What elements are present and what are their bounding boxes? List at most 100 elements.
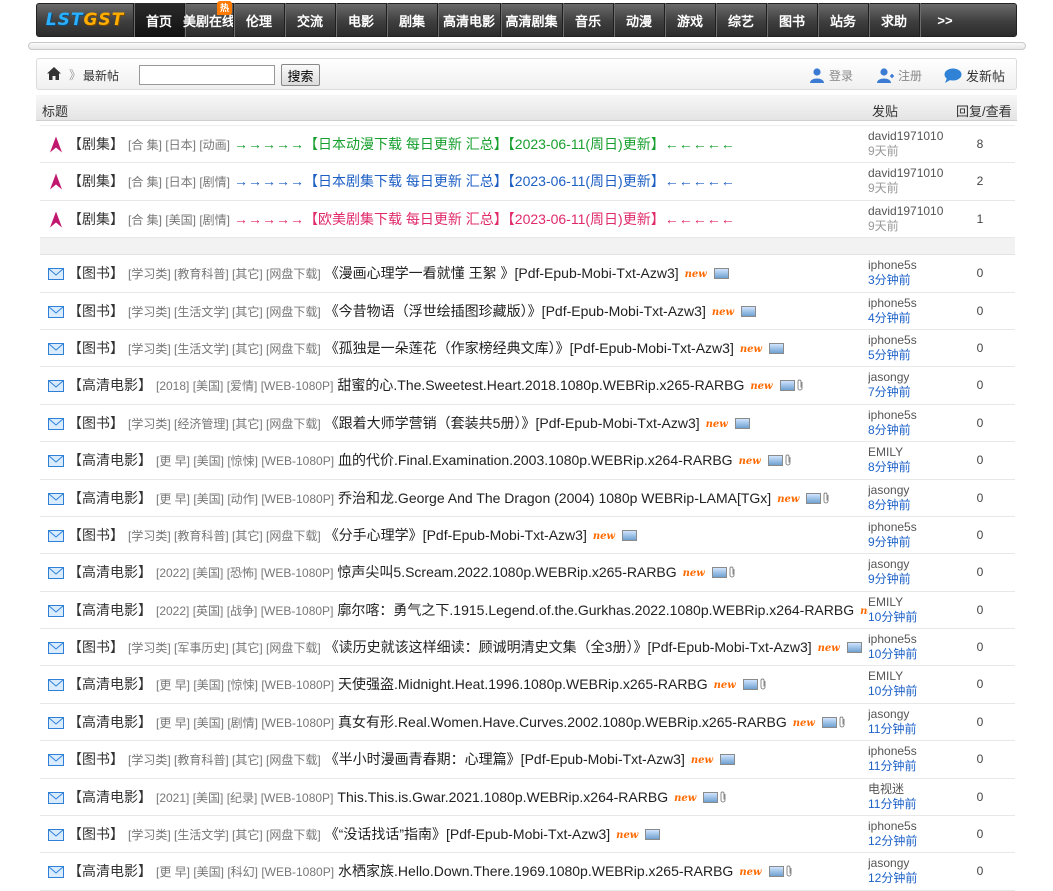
thread-category[interactable]: 【图书】 [68, 303, 124, 319]
nav-item[interactable]: 站务 [817, 3, 868, 37]
thread-title-link[interactable]: 惊声尖叫5.Scream.2022.1080p.WEBRip.x265-RARB… [337, 564, 676, 580]
author-name[interactable]: jasongy [868, 707, 950, 722]
thread-title-link[interactable]: 天使强盗.Midnight.Heat.1996.1080p.WEBRip.x26… [338, 676, 708, 692]
thread-title-link[interactable]: 《跟着大师学营销（套装共5册）》[Pdf-Epub-Mobi-Txt-Azw3] [325, 415, 700, 431]
thread-category[interactable]: 【图书】 [68, 751, 124, 767]
thread-category[interactable]: 【高清电影】 [68, 676, 152, 692]
thread-title-link[interactable]: 《今昔物语（浮世绘插图珍藏版）》[Pdf-Epub-Mobi-Txt-Azw3] [325, 303, 706, 319]
author-name[interactable]: iphone5s [868, 296, 950, 311]
nav-item[interactable]: 求助 [868, 3, 919, 37]
author-name[interactable]: iphone5s [868, 632, 950, 647]
nav-item[interactable]: 首页 [133, 3, 184, 37]
thread-category[interactable]: 【剧集】 [68, 136, 124, 152]
post-time[interactable]: 10分钟前 [868, 647, 950, 662]
author-name[interactable]: iphone5s [868, 744, 950, 759]
nav-item[interactable]: 美剧在线热 [183, 1, 235, 37]
search-button[interactable]: 搜索 [281, 64, 320, 86]
thread-title-link[interactable]: 甜蜜的心.The.Sweetest.Heart.2018.1080p.WEBRi… [337, 377, 744, 393]
nav-item[interactable]: 音乐 [562, 3, 613, 37]
thread-title-link[interactable]: This.This.is.Gwar.2021.1080p.WEBRip.x264… [337, 789, 668, 805]
register-link[interactable]: 注册 [877, 65, 922, 85]
post-time[interactable]: 7分钟前 [868, 385, 950, 400]
breadcrumb[interactable]: 最新帖 [83, 67, 119, 84]
thread-category[interactable]: 【高清电影】 [68, 490, 152, 506]
thread-title-link[interactable]: 水栖家族.Hello.Down.There.1969.1080p.WEBRip.… [338, 863, 733, 879]
post-time[interactable]: 5分钟前 [868, 348, 950, 363]
nav-item[interactable]: 高清剧集 [500, 3, 562, 37]
author-name[interactable]: iphone5s [868, 333, 950, 348]
thread-title-link[interactable]: →→→→→【欧美剧集下载 每日更新 汇总】【2023-06-11(周日)更新】←… [234, 211, 735, 227]
post-time[interactable]: 10分钟前 [868, 610, 950, 625]
post-time[interactable]: 8分钟前 [868, 498, 950, 513]
thread-title-link[interactable]: →→→→→【日本剧集下载 每日更新 汇总】【2023-06-11(周日)更新】←… [234, 173, 735, 189]
author-name[interactable]: EMILY [868, 669, 950, 684]
post-time[interactable]: 11分钟前 [868, 797, 950, 812]
thread-category[interactable]: 【剧集】 [68, 211, 124, 227]
thread-title-link[interactable]: 乔治和龙.George And The Dragon (2004) 1080p … [338, 490, 771, 506]
thread-category[interactable]: 【高清电影】 [68, 714, 152, 730]
post-time[interactable]: 11分钟前 [868, 759, 950, 774]
thread-category[interactable]: 【高清电影】 [68, 452, 152, 468]
post-time[interactable]: 12分钟前 [868, 834, 950, 849]
author-name[interactable]: jasongy [868, 557, 950, 572]
author-name[interactable]: jasongy [868, 483, 950, 498]
author-name[interactable]: jasongy [868, 856, 950, 871]
author-name[interactable]: 电视迷 [868, 782, 950, 797]
nav-item[interactable]: 交流 [284, 3, 335, 37]
new-post-button[interactable]: 发新帖 [944, 65, 1005, 85]
post-time[interactable]: 12分钟前 [868, 871, 950, 886]
thread-category[interactable]: 【图书】 [68, 265, 124, 281]
author-name[interactable]: david1971010 [868, 166, 950, 181]
login-link[interactable]: 登录 [809, 65, 853, 85]
thread-category[interactable]: 【剧集】 [68, 173, 124, 189]
thread-title-link[interactable]: 《“没话找话”指南》[Pdf-Epub-Mobi-Txt-Azw3] [325, 826, 610, 842]
post-time[interactable]: 9天前 [868, 181, 950, 196]
author-name[interactable]: iphone5s [868, 258, 950, 273]
thread-title-link[interactable]: →→→→→【日本动漫下载 每日更新 汇总】【2023-06-11(周日)更新】←… [234, 136, 735, 152]
author-name[interactable]: david1971010 [868, 204, 950, 219]
nav-item[interactable]: 综艺 [715, 3, 766, 37]
thread-category[interactable]: 【图书】 [68, 826, 124, 842]
home-icon[interactable] [47, 67, 61, 80]
author-name[interactable]: EMILY [868, 445, 950, 460]
thread-title-link[interactable]: 《漫画心理学一看就懂 王絮 》[Pdf-Epub-Mobi-Txt-Azw3] [325, 265, 679, 281]
post-time[interactable]: 9天前 [868, 144, 950, 159]
author-name[interactable]: jasongy [868, 370, 950, 385]
thread-title-link[interactable]: 廓尔喀：勇气之下.1915.Legend.of.the.Gurkhas.2022… [337, 602, 854, 618]
thread-category[interactable]: 【高清电影】 [68, 564, 152, 580]
thread-category[interactable]: 【图书】 [68, 340, 124, 356]
thread-category[interactable]: 【高清电影】 [68, 789, 152, 805]
author-name[interactable]: iphone5s [868, 819, 950, 834]
nav-item[interactable]: 动漫 [613, 3, 664, 37]
nav-item[interactable]: 电影 [335, 3, 386, 37]
thread-category[interactable]: 【高清电影】 [68, 602, 152, 618]
post-time[interactable]: 10分钟前 [868, 684, 950, 699]
author-name[interactable]: david1971010 [868, 129, 950, 144]
post-time[interactable]: 9分钟前 [868, 572, 950, 587]
nav-item[interactable]: 剧集 [386, 3, 437, 37]
post-time[interactable]: 3分钟前 [868, 273, 950, 288]
thread-title-link[interactable]: 血的代价.Final.Examination.2003.1080p.WEBRip… [338, 452, 733, 468]
thread-category[interactable]: 【图书】 [68, 639, 124, 655]
thread-category[interactable]: 【图书】 [68, 527, 124, 543]
post-time[interactable]: 8分钟前 [868, 423, 950, 438]
nav-item[interactable]: >> [919, 3, 970, 37]
nav-item[interactable]: 游戏 [664, 3, 715, 37]
post-time[interactable]: 4分钟前 [868, 311, 950, 326]
post-time[interactable]: 9天前 [868, 219, 950, 234]
search-input[interactable] [139, 65, 275, 85]
thread-title-link[interactable]: 《半小时漫画青春期：心理篇》[Pdf-Epub-Mobi-Txt-Azw3] [325, 751, 685, 767]
author-name[interactable]: EMILY [868, 595, 950, 610]
post-time[interactable]: 8分钟前 [868, 460, 950, 475]
thread-title-link[interactable]: 真女有形.Real.Women.Have.Curves.2002.1080p.W… [338, 714, 787, 730]
author-name[interactable]: iphone5s [868, 520, 950, 535]
thread-title-link[interactable]: 《读历史就该这样细读：顾诚明清史文集（全3册）》[Pdf-Epub-Mobi-T… [325, 639, 812, 655]
nav-item[interactable]: 图书 [766, 3, 817, 37]
site-logo[interactable]: LST GST [37, 3, 133, 37]
post-time[interactable]: 11分钟前 [868, 722, 950, 737]
thread-title-link[interactable]: 《孤独是一朵莲花（作家榜经典文库）》[Pdf-Epub-Mobi-Txt-Azw… [325, 340, 734, 356]
nav-item[interactable]: 伦理 [233, 3, 284, 37]
thread-category[interactable]: 【图书】 [68, 415, 124, 431]
author-name[interactable]: iphone5s [868, 408, 950, 423]
post-time[interactable]: 9分钟前 [868, 535, 950, 550]
